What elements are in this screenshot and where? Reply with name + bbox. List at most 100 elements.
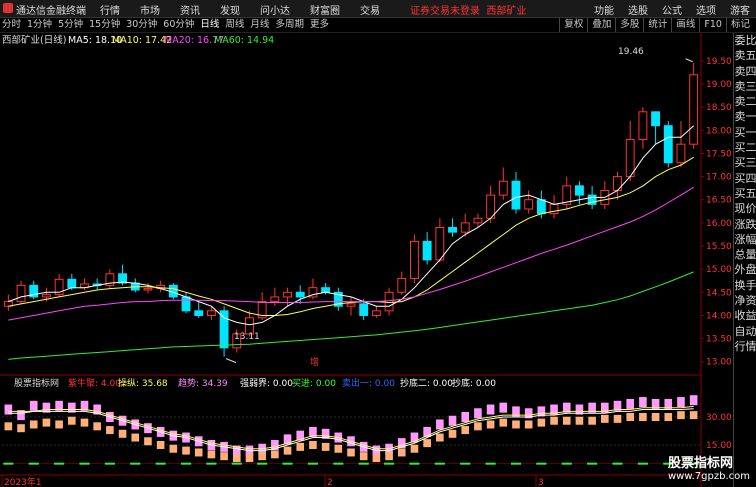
orange-bar-10 xyxy=(131,433,140,442)
orange-bar-52 xyxy=(664,413,673,421)
orange-bar-18 xyxy=(232,454,241,463)
period-tab-7[interactable]: 周线 xyxy=(225,18,244,32)
sub-legend-item-2: 趋势: 34.39 xyxy=(178,377,228,389)
period-tab-8[interactable]: 月线 xyxy=(250,18,269,32)
signal-tick-48 xyxy=(612,462,623,465)
quote-field-16: 换手 xyxy=(734,278,756,292)
x-axis-label-0: 2023年1 xyxy=(4,476,42,487)
period-tab-10[interactable]: 更多 xyxy=(310,18,329,32)
period-tab-3[interactable]: 15分钟 xyxy=(89,18,120,32)
orange-bar-15 xyxy=(194,448,203,457)
orange-bar-54 xyxy=(689,411,698,420)
menu-item-news[interactable]: 资讯 xyxy=(180,2,200,17)
pink-bar-38 xyxy=(486,404,495,415)
orange-bar-41 xyxy=(524,420,533,429)
orange-bar-13 xyxy=(169,444,178,453)
orange-bar-31 xyxy=(397,448,406,457)
menu-item-wealth[interactable]: 财富圈 xyxy=(310,2,340,17)
pink-bar-2 xyxy=(29,400,38,411)
candle-body-25 xyxy=(321,287,331,293)
orange-bar-22 xyxy=(283,446,292,455)
period-tab-5[interactable]: 60分钟 xyxy=(163,18,194,32)
tool-button-6[interactable]: 标记 xyxy=(725,18,754,32)
pink-bar-36 xyxy=(461,412,470,422)
pink-bar-39 xyxy=(499,402,508,413)
quote-panel: 委比 卖五 卖四 卖三 卖二 卖一 买一 买二 买三 买四 买五 现价 涨跌 涨幅 总量 外盘 换手 净资 收益 自动… xyxy=(733,33,756,487)
orange-bar-4 xyxy=(55,420,63,429)
orange-bar-50 xyxy=(639,413,647,421)
tool-button-2[interactable]: 多股 xyxy=(615,18,643,32)
candle-body-15 xyxy=(194,310,204,316)
candle-body-50 xyxy=(638,111,648,141)
kline-chart[interactable]: 13.00 13.50 14.00 14.50 15.00 15.50 16.00 16.50… xyxy=(0,33,733,487)
app-logo-icon xyxy=(3,3,13,13)
signal-tick-32 xyxy=(409,462,420,465)
pink-bar-37 xyxy=(474,408,482,419)
tool-button-4[interactable]: 画线 xyxy=(671,18,699,32)
period-tab-1[interactable]: 1分钟 xyxy=(27,18,52,32)
quote-field-12: 涨跌 xyxy=(734,217,756,231)
orange-bar-43 xyxy=(550,416,558,425)
menu-item-options[interactable]: 选项 xyxy=(696,2,716,17)
orange-bar-49 xyxy=(626,413,635,421)
orange-bar-20 xyxy=(258,452,266,461)
period-tab-6[interactable]: 日线 xyxy=(200,18,219,32)
orange-bar-7 xyxy=(93,422,101,431)
menu-item-discover[interactable]: 发现 xyxy=(220,2,240,17)
period-tab-4[interactable]: 30分钟 xyxy=(126,18,157,32)
candle-body-21 xyxy=(270,296,280,303)
period-tab-0[interactable]: 分时 xyxy=(2,18,21,32)
candle-body-30 xyxy=(384,291,394,312)
menu-item-stock-picker[interactable]: 选股 xyxy=(628,2,648,17)
orange-bar-17 xyxy=(220,452,228,461)
quote-field-20: 行情 xyxy=(734,339,756,353)
menu-item-function[interactable]: 功能 xyxy=(594,2,614,17)
orange-bar-27 xyxy=(347,448,355,457)
high-price-label: 19.46 xyxy=(618,47,644,57)
increase-marker: 增 xyxy=(310,356,319,368)
candle-body-49 xyxy=(625,139,635,178)
tool-button-5[interactable]: F10 xyxy=(699,18,726,32)
candle-body-51 xyxy=(651,111,661,127)
menu-item-market[interactable]: 市场 xyxy=(140,2,160,17)
pink-bar-54 xyxy=(689,395,698,406)
orange-bar-37 xyxy=(474,422,482,431)
signal-tick-28 xyxy=(358,462,369,465)
candle-body-23 xyxy=(295,291,305,298)
tool-button-0[interactable]: 复权 xyxy=(559,18,587,32)
menu-item-formula[interactable]: 公式 xyxy=(662,2,682,17)
sub-legend-item-3: 强弱界: 0.00 xyxy=(240,378,293,389)
orange-bar-53 xyxy=(677,411,685,420)
signal-tick-18 xyxy=(231,462,242,465)
orange-bar-21 xyxy=(271,450,279,459)
orange-bar-39 xyxy=(499,418,508,427)
period-tab-9[interactable]: 多周期 xyxy=(275,18,304,32)
menu-item-ask[interactable]: 问小达 xyxy=(260,2,290,17)
signal-tick-10 xyxy=(130,462,141,465)
candle-body-11 xyxy=(143,288,153,291)
orange-bar-48 xyxy=(613,414,622,423)
signal-tick-2 xyxy=(28,462,39,465)
y-tick-label-7: 16.50 xyxy=(706,196,732,206)
low-price-label: 13.11 xyxy=(234,332,260,342)
menu-item-guest[interactable]: 游客 xyxy=(730,2,750,17)
login-alert[interactable]: 证券交易未登录 西部矿业 xyxy=(410,2,526,17)
menu-item-trade[interactable]: 交易 xyxy=(360,2,380,17)
orange-bar-47 xyxy=(601,414,609,423)
x-axis-label-2: 3 xyxy=(538,478,544,487)
sub-legend-item-1: 操纵: 35.68 xyxy=(118,377,168,389)
candle-body-27 xyxy=(346,303,356,307)
sub-y-tick-label-0: 15.00 xyxy=(706,441,732,451)
menu-item-quotes[interactable]: 行情 xyxy=(100,2,120,17)
candle-body-34 xyxy=(435,227,445,261)
period-tab-2[interactable]: 5分钟 xyxy=(58,18,83,32)
tool-button-1[interactable]: 叠加 xyxy=(587,18,615,32)
candle-body-52 xyxy=(663,125,673,164)
candle-body-31 xyxy=(397,277,407,293)
candle-body-45 xyxy=(575,185,584,196)
orange-bar-44 xyxy=(562,416,571,425)
quote-field-17: 净资 xyxy=(734,294,756,308)
main-menu: 行情 市场 资讯 发现 问小达 财富圈 交易 xyxy=(100,2,400,17)
tool-button-3[interactable]: 统计 xyxy=(643,18,671,32)
candle-body-37 xyxy=(473,217,483,224)
